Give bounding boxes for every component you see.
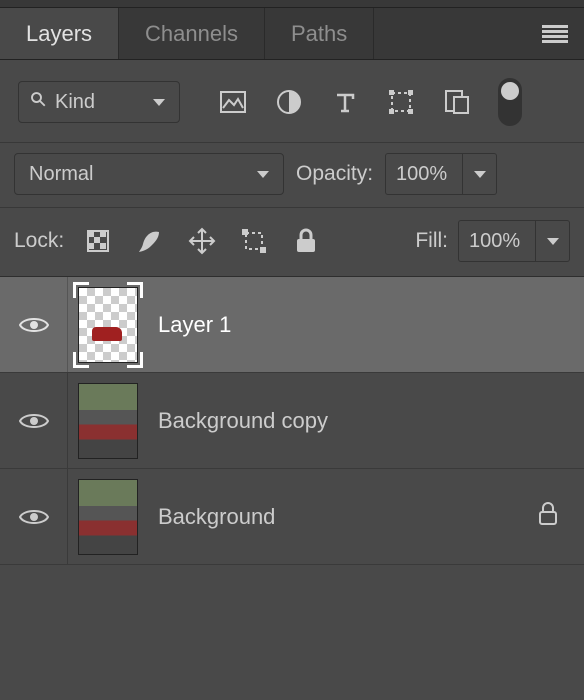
blend-row: Normal Opacity: 100% <box>0 143 584 208</box>
layer-list: Layer 1 Background copy Background <box>0 277 584 565</box>
tab-layers[interactable]: Layers <box>0 8 119 59</box>
empty-layer-area[interactable] <box>0 565 584 700</box>
filter-adjustment-layers-icon[interactable] <box>274 87 304 117</box>
filter-type-layers-icon[interactable] <box>330 87 360 117</box>
filter-toggle[interactable] <box>498 78 522 126</box>
fill-input[interactable]: 100% <box>458 220 536 262</box>
eye-icon <box>19 315 49 335</box>
lock-position-icon[interactable] <box>188 227 216 255</box>
visibility-toggle[interactable] <box>0 277 68 372</box>
search-icon <box>29 90 47 114</box>
eye-icon <box>19 411 49 431</box>
lock-all-icon[interactable] <box>292 227 320 255</box>
opacity-flyout-button[interactable] <box>463 153 497 195</box>
layers-panel: Layers Channels Paths Kind <box>0 0 584 700</box>
opacity-label: Opacity: <box>296 162 373 186</box>
filter-type-label: Kind <box>55 91 95 114</box>
fill-label: Fill: <box>415 229 448 253</box>
panel-menu-button[interactable] <box>542 25 568 43</box>
eye-icon <box>19 507 49 527</box>
layer-row[interactable]: Layer 1 <box>0 277 584 373</box>
lock-label: Lock: <box>14 229 64 253</box>
lock-row: Lock: Fill: 100% <box>0 208 584 277</box>
layer-thumbnail[interactable] <box>78 383 138 459</box>
filter-shape-layers-icon[interactable] <box>386 87 416 117</box>
layer-thumbnail[interactable] <box>78 479 138 555</box>
filter-smart-objects-icon[interactable] <box>442 87 472 117</box>
opacity-value: 100% <box>396 163 447 186</box>
lock-icon <box>538 502 558 532</box>
chevron-down-icon <box>153 99 165 106</box>
hamburger-icon <box>542 25 568 43</box>
lock-artboard-icon[interactable] <box>240 227 268 255</box>
layer-thumbnail[interactable] <box>78 287 138 363</box>
tab-channels[interactable]: Channels <box>119 8 265 59</box>
chevron-down-icon <box>474 171 486 178</box>
filter-type-dropdown[interactable]: Kind <box>18 81 180 123</box>
layer-row[interactable]: Background copy <box>0 373 584 469</box>
blend-mode-dropdown[interactable]: Normal <box>14 153 284 195</box>
visibility-toggle[interactable] <box>0 469 68 564</box>
chevron-down-icon <box>257 171 269 178</box>
fill-value: 100% <box>469 230 520 253</box>
tab-paths[interactable]: Paths <box>265 8 374 59</box>
visibility-toggle[interactable] <box>0 373 68 468</box>
filter-pixel-layers-icon[interactable] <box>218 87 248 117</box>
fill-flyout-button[interactable] <box>536 220 570 262</box>
panel-tabs: Layers Channels Paths <box>0 8 584 60</box>
panel-top-grip[interactable] <box>0 0 584 8</box>
lock-transparency-icon[interactable] <box>84 227 112 255</box>
layer-name[interactable]: Background <box>158 504 538 530</box>
layer-name[interactable]: Background copy <box>158 408 568 434</box>
opacity-input[interactable]: 100% <box>385 153 463 195</box>
layer-row[interactable]: Background <box>0 469 584 565</box>
blend-mode-value: Normal <box>29 163 93 186</box>
layer-filter-row: Kind <box>0 60 584 143</box>
layer-name[interactable]: Layer 1 <box>158 312 568 338</box>
lock-image-icon[interactable] <box>136 227 164 255</box>
chevron-down-icon <box>547 238 559 245</box>
